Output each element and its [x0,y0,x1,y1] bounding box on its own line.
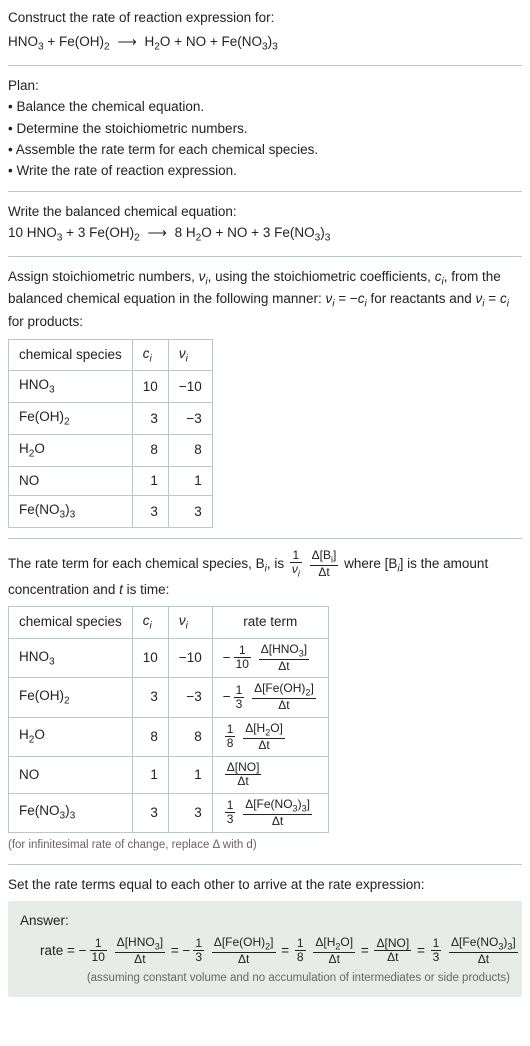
fraction: Δ[Bi]Δt [308,549,341,579]
plan-item: • Assemble the rate term for each chemic… [8,140,522,160]
table-row: Fe(NO3)333 [9,496,213,528]
divider [8,864,522,865]
table-row: HNO310−10−110 Δ[HNO3]Δt [9,638,329,677]
table-row: NO11Δ[NO]Δt [9,757,329,793]
footnote: (for infinitesimal rate of change, repla… [8,837,522,854]
stoich-table-1: chemical species ci νi HNO310−10 Fe(OH)2… [8,339,213,529]
stoich-table-2: chemical species ci νi rate term HNO310−… [8,606,329,833]
table-row: NO11 [9,467,213,496]
fraction: 1νi [288,549,304,579]
table-row: H2O88 [9,435,213,467]
rate-expression: rate = −110 Δ[HNO3]Δt = −13 Δ[Fe(OH)2]Δt… [20,936,510,966]
rateterm-text: The rate term for each chemical species,… [8,549,522,600]
balanced-title: Write the balanced chemical equation: [8,202,522,222]
table-row: HNO310−10 [9,371,213,403]
assign-text: Assign stoichiometric numbers, νi, using… [8,267,522,333]
table-row: H2O8818 Δ[H2O]Δt [9,717,329,756]
divider [8,65,522,66]
arrow-icon: ⟶ [143,225,170,240]
table-row: Fe(OH)23−3 [9,403,213,435]
table-header: chemical species ci νi [9,339,213,371]
sp: HNO [8,34,38,49]
divider [8,256,522,257]
balanced-equation: 10 HNO3 + 3 Fe(OH)2 ⟶ 8 H2O + NO + 3 Fe(… [8,223,522,246]
answer-label: Answer: [20,911,510,931]
intro-equation: HNO3 + Fe(OH)2 ⟶ H2O + NO + Fe(NO3)3 [8,32,522,55]
table-row: Fe(NO3)33313 Δ[Fe(NO3)3]Δt [9,793,329,832]
answer-box: Answer: rate = −110 Δ[HNO3]Δt = −13 Δ[Fe… [8,901,522,997]
plan-item: • Write the rate of reaction expression. [8,161,522,181]
answer-footnote: (assuming constant volume and no accumul… [20,970,510,987]
intro-prompt: Construct the rate of reaction expressio… [8,8,522,28]
plan-item: • Determine the stoichiometric numbers. [8,119,522,139]
table-header: chemical species ci νi rate term [9,606,329,638]
final-title: Set the rate terms equal to each other t… [8,875,522,895]
arrow-icon: ⟶ [113,34,140,49]
plan-item: • Balance the chemical equation. [8,97,522,117]
table-row: Fe(OH)23−3−13 Δ[Fe(OH)2]Δt [9,678,329,717]
page: Construct the rate of reaction expressio… [0,0,530,1003]
divider [8,538,522,539]
plan-title: Plan: [8,76,522,96]
divider [8,191,522,192]
